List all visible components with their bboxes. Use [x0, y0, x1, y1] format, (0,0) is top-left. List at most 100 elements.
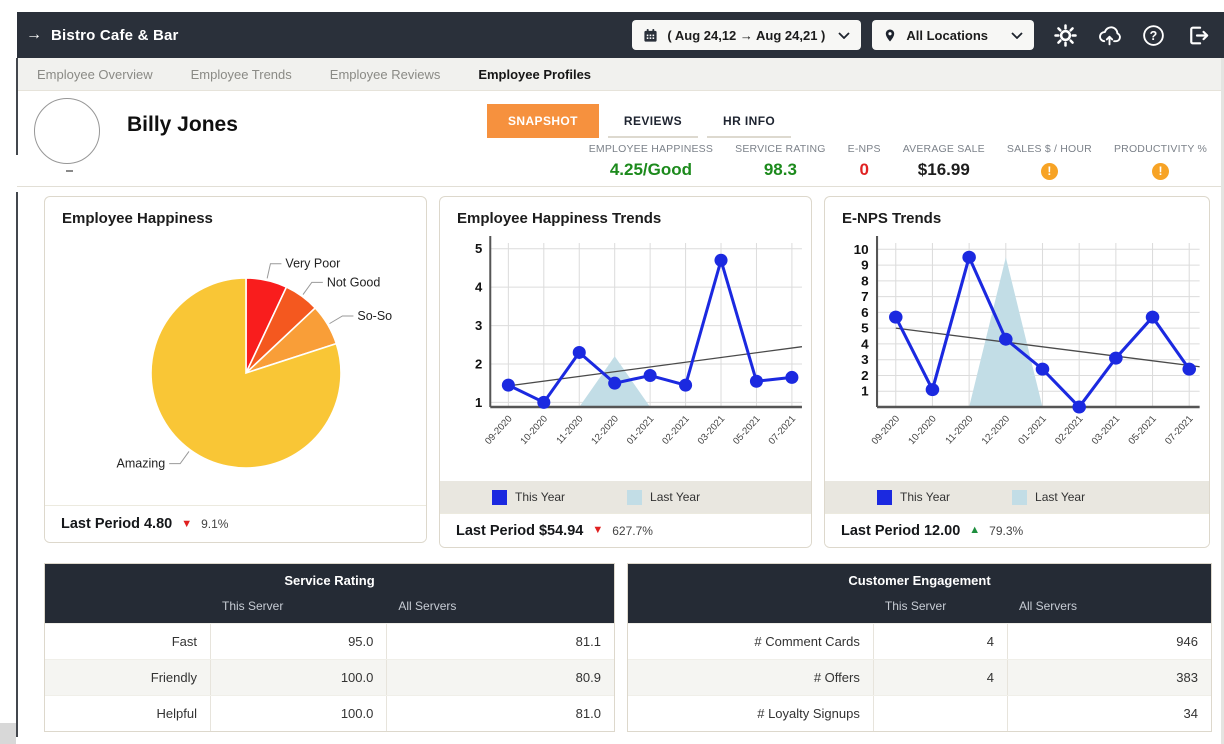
- chart-legend: This YearLast Year: [440, 481, 811, 513]
- employee-happiness-card: Employee Happiness Very Poor Not Good So-S…: [44, 196, 427, 543]
- svg-text:10-2020: 10-2020: [906, 413, 939, 447]
- last-period-value: Last Period 4.80: [61, 516, 172, 532]
- location-pin-icon: [883, 28, 897, 43]
- svg-text:Amazing: Amazing: [117, 457, 166, 471]
- brand-title: Bistro Cafe & Bar: [51, 27, 179, 44]
- card-title: Employee Happiness: [45, 197, 426, 229]
- stat-value: 0: [848, 160, 881, 180]
- svg-text:07-2021: 07-2021: [767, 414, 799, 447]
- happiness-trends-line-chart: 1234509-202010-202011-202012-202001-2021…: [440, 229, 811, 481]
- last-period-value: Last Period $54.94: [456, 523, 583, 539]
- topbar-icon-group: ?: [1053, 23, 1210, 48]
- svg-text:4: 4: [861, 337, 869, 352]
- cell-value: 100.0: [210, 660, 386, 695]
- svg-text:Not Good: Not Good: [327, 275, 381, 289]
- logout-button[interactable]: [1185, 23, 1210, 48]
- stat-label: AVERAGE SALE: [903, 143, 985, 155]
- employee-name: Billy Jones: [127, 113, 238, 137]
- svg-text:5: 5: [475, 241, 482, 256]
- nav-tab-employee-reviews[interactable]: Employee Reviews: [330, 67, 441, 82]
- help-button[interactable]: ?: [1141, 23, 1166, 48]
- profile-tab-reviews[interactable]: REVIEWS: [608, 104, 698, 138]
- table-header: Customer Engagement This ServerAll Server…: [628, 564, 1211, 623]
- stat-value: 98.3: [735, 160, 826, 180]
- nav-tab-employee-profiles[interactable]: Employee Profiles: [478, 67, 591, 82]
- table-title: Service Rating: [45, 573, 614, 588]
- legend-swatch: [492, 490, 507, 505]
- card-title: Employee Happiness Trends: [440, 197, 811, 229]
- cell-value: 81.0: [386, 696, 614, 731]
- stat-label: SERVICE RATING: [735, 143, 826, 155]
- location-selector[interactable]: All Locations: [872, 20, 1034, 50]
- employee-happiness-pie-chart: Very Poor Not Good So-So Amazing: [45, 229, 426, 505]
- cell-value: 383: [1007, 660, 1211, 695]
- stat-value: !: [1007, 160, 1092, 180]
- svg-text:4: 4: [475, 280, 483, 295]
- row-label: # Loyalty Signups: [628, 696, 873, 731]
- svg-text:3: 3: [861, 352, 869, 367]
- legend-swatch: [877, 490, 892, 505]
- table-title: Customer Engagement: [628, 573, 1211, 588]
- column-header-row: This ServerAll Servers: [628, 599, 1211, 613]
- svg-text:02-2021: 02-2021: [660, 414, 692, 447]
- legend-label: Last Year: [650, 490, 700, 504]
- date-range-selector[interactable]: ( Aug 24,12 → Aug 24,21 ): [632, 20, 861, 50]
- svg-text:05-2021: 05-2021: [731, 414, 763, 447]
- table-customer-engagement: Customer Engagement This ServerAll Server…: [627, 563, 1212, 732]
- profile-tab-snapshot[interactable]: SNAPSHOT: [487, 104, 599, 138]
- delta-down-icon: ▼: [592, 525, 603, 536]
- table-row: Helpful100.081.0: [45, 695, 614, 731]
- scrollbar-corner[interactable]: [0, 723, 16, 744]
- stat-employee-happiness: EMPLOYEE HAPPINESS4.25/Good: [578, 143, 724, 180]
- sidebar-toggle-arrow-icon[interactable]: →: [26, 26, 42, 44]
- nav-tab-employee-trends[interactable]: Employee Trends: [191, 67, 292, 82]
- svg-text:So-So: So-So: [357, 309, 392, 323]
- warning-icon: !: [1041, 163, 1058, 180]
- svg-text:09-2020: 09-2020: [483, 414, 515, 447]
- stat-service-rating: SERVICE RATING 98.3: [724, 143, 837, 180]
- delta-up-icon: ▲: [969, 525, 980, 536]
- location-label: All Locations: [906, 28, 988, 43]
- svg-text:11-2020: 11-2020: [554, 414, 585, 447]
- legend-item-this-year: This Year: [877, 490, 950, 505]
- svg-text:01-2021: 01-2021: [1016, 414, 1049, 447]
- svg-text:03-2021: 03-2021: [1090, 414, 1123, 447]
- profile-tab-hr-info[interactable]: HR INFO: [707, 104, 791, 138]
- svg-text:Very Poor: Very Poor: [285, 257, 340, 271]
- row-label: # Comment Cards: [628, 624, 873, 659]
- tables-row: Service Rating This ServerAll Servers Fast…: [44, 563, 1212, 732]
- table-row: # Offers4383: [628, 659, 1211, 695]
- nav-tab-employee-overview[interactable]: Employee Overview: [37, 67, 153, 82]
- stat-value: !: [1114, 160, 1207, 180]
- left-border-line: [16, 58, 18, 155]
- card-footer: Last Period 4.80▼9.1%: [45, 505, 426, 542]
- delta-percent: 9.1%: [201, 517, 228, 531]
- cell-value: 100.0: [210, 696, 386, 731]
- svg-text:07-2021: 07-2021: [1163, 414, 1196, 447]
- enps-trends-line-chart: 1234567891009-202010-202011-202012-20200…: [825, 229, 1209, 481]
- table-row: Friendly100.080.9: [45, 659, 614, 695]
- warning-icon: !: [1152, 163, 1169, 180]
- top-bar: → Bistro Cafe & Bar ( Aug 24,12 → Aug 24…: [17, 12, 1224, 58]
- cloud-upload-button[interactable]: [1097, 23, 1122, 48]
- svg-text:01-2021: 01-2021: [625, 414, 657, 447]
- svg-text:1: 1: [475, 395, 482, 410]
- cell-value: 946: [1007, 624, 1211, 659]
- svg-text:8: 8: [861, 274, 869, 289]
- stats-row: EMPLOYEE HAPPINESS4.25/GoodSERVICE RATIN…: [578, 143, 1218, 180]
- delta-percent: 627.7%: [612, 524, 653, 538]
- svg-text:11-2020: 11-2020: [943, 413, 976, 446]
- stat-productivity: PRODUCTIVITY %!: [1103, 143, 1218, 180]
- legend-swatch: [627, 490, 642, 505]
- legend-label: This Year: [900, 490, 950, 504]
- cell-value: 4: [873, 624, 1007, 659]
- row-label: Fast: [45, 624, 210, 659]
- chart-cards-row: Employee Happiness Very Poor Not Good So-S…: [44, 196, 1210, 548]
- settings-button[interactable]: [1053, 23, 1078, 48]
- stat-average-sale: AVERAGE SALE$16.99: [892, 143, 996, 180]
- svg-text:03-2021: 03-2021: [696, 414, 728, 447]
- column-header-this-server: This Server: [210, 599, 386, 613]
- date-range-label: ( Aug 24,12 → Aug 24,21 ): [667, 28, 825, 43]
- chevron-down-icon: [838, 32, 850, 39]
- stat-label: EMPLOYEE HAPPINESS: [589, 143, 713, 155]
